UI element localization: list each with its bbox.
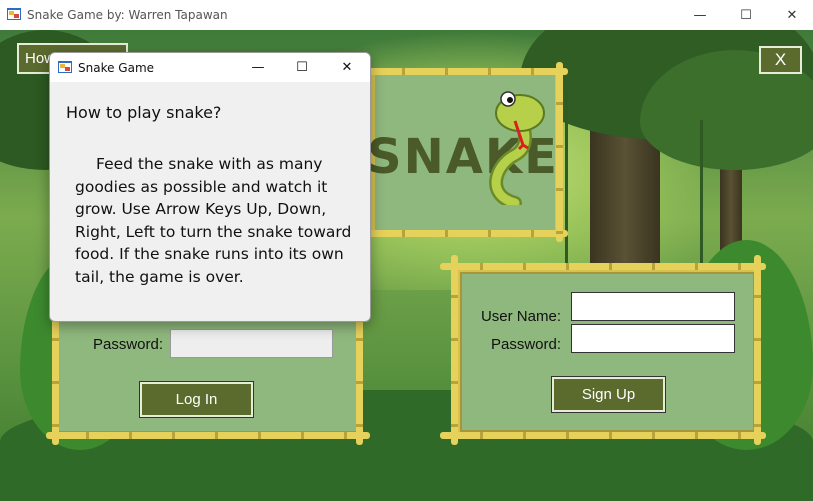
how-to-play-dialog: Snake Game — ☐ ✕ How to play snake? Feed… [49,52,371,322]
bamboo-frame [451,255,458,445]
bamboo-frame [440,432,766,439]
dialog-heading: How to play snake? [66,103,222,122]
signup-username-label: User Name: [480,308,561,325]
signup-password-label: Password: [490,336,561,353]
exit-button[interactable]: X [759,46,802,74]
window-titlebar: Snake Game by: Warren Tapawan — ☐ ✕ [0,0,813,30]
dialog-maximize-button[interactable]: ☐ [280,53,324,82]
login-button[interactable]: Log In [139,381,254,418]
vine [565,90,568,290]
snake-mascot-icon [489,91,545,205]
signup-panel: User Name: Password: Sign Up [455,267,760,437]
login-password-input[interactable] [170,329,333,358]
logo-panel: SNAKE [367,70,560,235]
minimize-button[interactable]: — [677,0,723,30]
bamboo-frame [754,255,761,445]
maximize-button[interactable]: ☐ [723,0,769,30]
signup-username-input[interactable] [571,292,735,321]
bamboo-frame [362,68,568,75]
bamboo-frame [362,230,568,237]
login-password-label: Password: [92,336,163,353]
dialog-close-button[interactable]: ✕ [325,53,369,82]
signup-password-input[interactable] [571,324,735,353]
bamboo-frame [556,62,563,242]
dialog-app-icon [58,61,72,73]
window-title: Snake Game by: Warren Tapawan [27,8,228,22]
close-button[interactable]: ✕ [769,0,813,30]
signup-button[interactable]: Sign Up [551,376,666,413]
dialog-titlebar: Snake Game — ☐ ✕ [50,53,370,82]
dialog-title: Snake Game [78,61,155,75]
dialog-minimize-button[interactable]: — [236,53,280,82]
bamboo-frame [46,432,370,439]
bamboo-frame [440,263,766,270]
dialog-instructions: Feed the snake with as many goodies as p… [75,155,352,286]
app-icon [7,8,21,20]
